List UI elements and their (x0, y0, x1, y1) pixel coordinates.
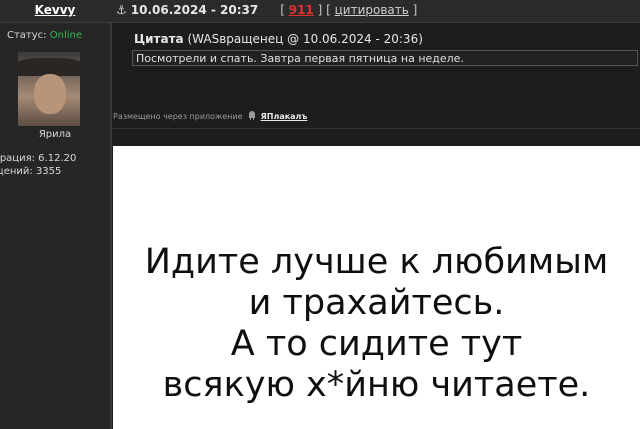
username-link[interactable]: Kevvy (0, 3, 110, 17)
quote-author: (WASвращенец @ 10.06.2024 - 20:36) (187, 32, 423, 46)
image-text: Идите лучше к любимым и трахайтесь. А то… (113, 242, 640, 406)
post-number-link[interactable]: 911 (289, 3, 314, 17)
quote-title: Цитата (134, 32, 184, 46)
post-meta: ⚓ 10.06.2024 - 20:37[ 911 ] [ цитировать … (116, 3, 417, 17)
user-messages-count: общений: 3355 (0, 166, 62, 177)
user-rank: Ярила (38, 129, 72, 140)
avatar[interactable] (18, 52, 80, 126)
anchor-icon[interactable]: ⚓ (116, 3, 127, 17)
image-text-line: А то сидите тут (230, 324, 523, 364)
post-date: 10.06.2024 - 20:37 (130, 3, 259, 17)
posted-via-label: Размещено через приложение (113, 112, 243, 121)
android-icon (248, 111, 256, 122)
status-label: Статус: (7, 30, 47, 41)
posted-via: Размещено через приложение ЯПлакалъ (113, 111, 307, 122)
bracket-open: [ (280, 3, 285, 17)
post-separator (112, 128, 640, 129)
quote-header: Цитата (WASвращенец @ 10.06.2024 - 20:36… (134, 32, 423, 46)
user-status: Статус: Online (7, 30, 82, 41)
image-text-line: всякую х*йню читаете. (162, 365, 591, 405)
user-sidebar: Статус: Online Ярила истрация: 6.12.20 о… (0, 0, 110, 429)
avatar-face (34, 74, 66, 114)
column-divider (110, 0, 112, 429)
user-registration: истрация: 6.12.20 (0, 153, 77, 164)
quote-button[interactable]: цитировать (335, 3, 409, 17)
quote-box: Посмотрели и спать. Завтра первая пятниц… (132, 50, 638, 66)
app-link[interactable]: ЯПлакалъ (261, 112, 308, 121)
post-image[interactable]: Идите лучше к любимым и трахайтесь. А то… (113, 146, 640, 429)
image-text-line: Идите лучше к любимым (144, 242, 609, 282)
image-text-line: и трахайтесь. (248, 283, 505, 323)
status-online: Online (49, 30, 82, 41)
bracket-mid: ] [ (317, 3, 331, 17)
bracket-close: ] (412, 3, 418, 17)
post-header-bar: Kevvy ⚓ 10.06.2024 - 20:37 [ 911 ] [ цитир… (0, 0, 640, 23)
